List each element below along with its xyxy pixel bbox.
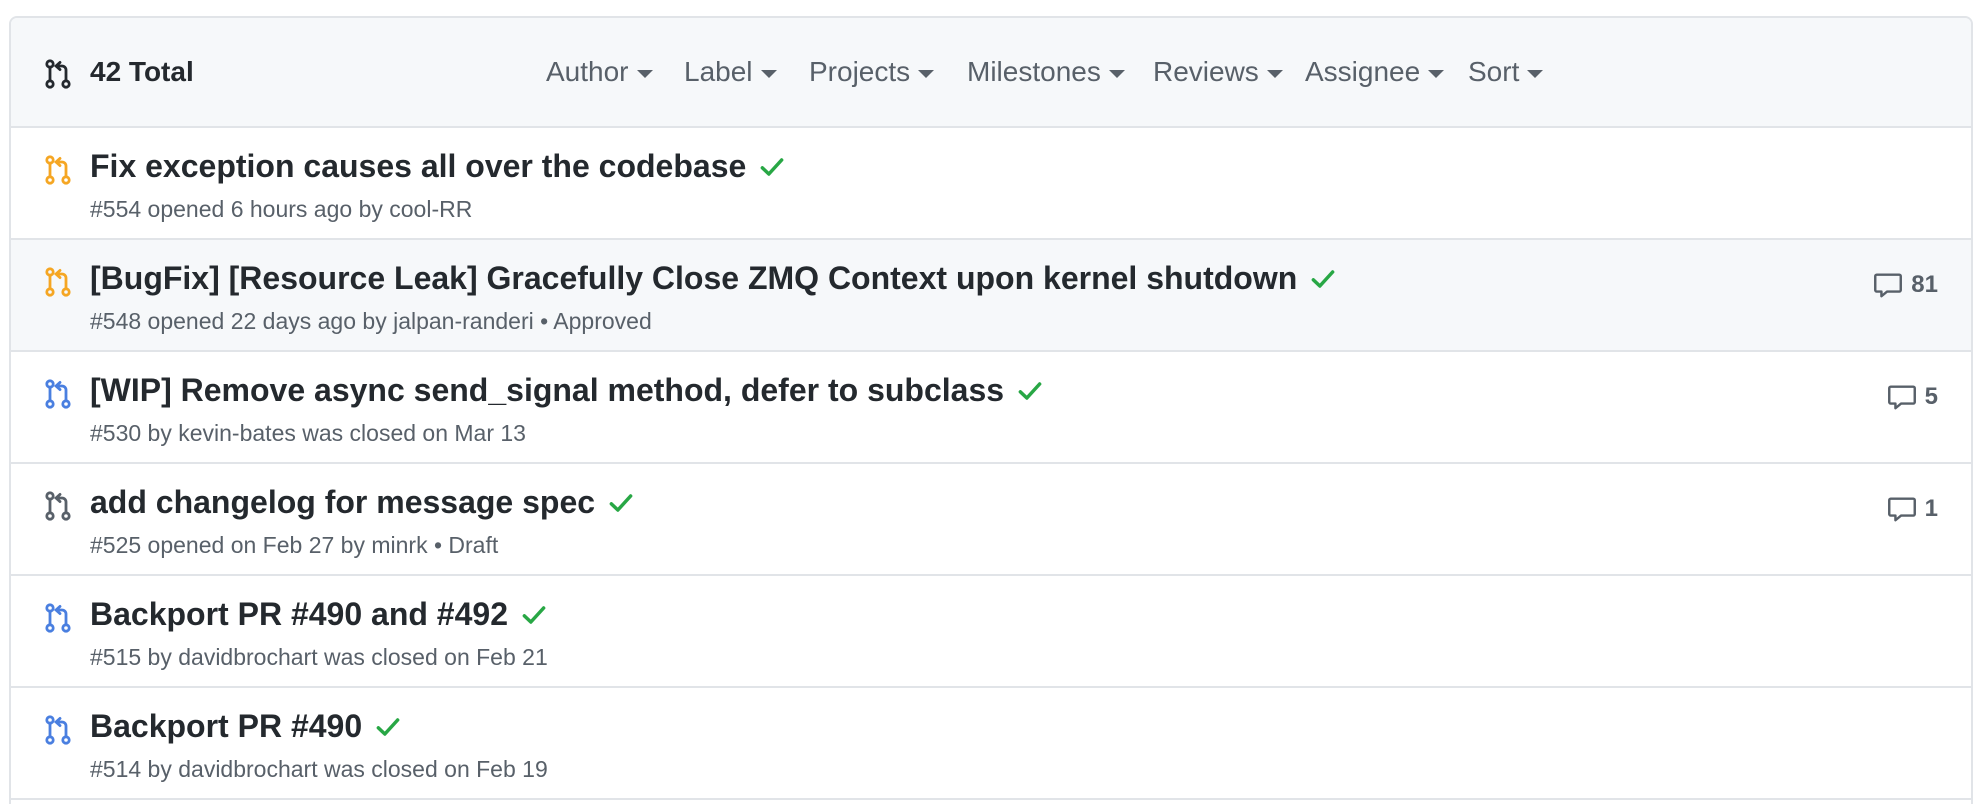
- check-icon[interactable]: [520, 601, 548, 629]
- pull-request-title-link[interactable]: Fix exception causes all over the codeba…: [90, 148, 786, 185]
- pull-request-title: [BugFix] [Resource Leak] Gracefully Clos…: [90, 260, 1298, 296]
- pull-request-meta: #554 opened 6 hours ago by cool-RR: [90, 196, 473, 222]
- git-pull-request-icon: [45, 155, 71, 185]
- author-filter-label: Author: [546, 56, 629, 87]
- pull-request-row[interactable]: Fix exception causes all over the codeba…: [11, 128, 1971, 240]
- caret-down-icon: [918, 70, 935, 78]
- pull-request-title-link[interactable]: add changelog for message spec: [90, 484, 635, 521]
- pull-request-meta: #548 opened 22 days ago by jalpan-rander…: [90, 308, 652, 334]
- reviews-filter[interactable]: Reviews: [1153, 56, 1283, 88]
- caret-down-icon: [1266, 70, 1283, 78]
- git-pull-request-icon: [45, 715, 71, 745]
- comment-count: 81: [1911, 271, 1938, 298]
- comment-count: 1: [1924, 495, 1938, 522]
- git-pull-request-icon: [45, 267, 71, 297]
- pull-request-title: [WIP] Remove async send_signal method, d…: [90, 372, 1005, 408]
- pull-request-meta: #525 opened on Feb 27 by minrk • Draft: [90, 532, 499, 558]
- pull-request-title-link[interactable]: Backport PR #490 and #492: [90, 596, 548, 633]
- pull-request-row[interactable]: add changelog for message spec #525 open…: [11, 464, 1971, 576]
- comment-count-link[interactable]: 5: [1887, 382, 1938, 412]
- caret-down-icon: [1108, 70, 1125, 78]
- comment-count-link[interactable]: 1: [1887, 494, 1938, 524]
- git-pull-request-icon: [45, 59, 71, 89]
- pull-request-title-link[interactable]: [BugFix] [Resource Leak] Gracefully Clos…: [90, 260, 1337, 297]
- check-icon[interactable]: [758, 153, 786, 181]
- pull-request-meta: #514 by davidbrochart was closed on Feb …: [90, 756, 548, 782]
- check-icon[interactable]: [1309, 265, 1337, 293]
- comment-icon: [1887, 497, 1916, 522]
- pull-request-meta: #530 by kevin-bates was closed on Mar 13: [90, 420, 526, 446]
- sort-filter-label: Sort: [1468, 56, 1520, 87]
- projects-filter[interactable]: Projects: [809, 56, 935, 88]
- pull-request-title: Backport PR #490: [90, 708, 363, 744]
- projects-filter-label: Projects: [809, 56, 911, 87]
- check-icon[interactable]: [374, 713, 402, 741]
- comment-icon: [1887, 385, 1916, 410]
- label-filter[interactable]: Label: [684, 56, 777, 88]
- comment-count-link[interactable]: 81: [1873, 270, 1938, 300]
- pull-request-title: Backport PR #490 and #492: [90, 596, 508, 632]
- pull-request-title-link[interactable]: Backport PR #490: [90, 708, 402, 745]
- pull-request-row[interactable]: Backport PR #490 and #492 #515 by davidb…: [11, 576, 1971, 688]
- assignee-filter[interactable]: Assignee: [1305, 56, 1445, 88]
- pull-request-title-link[interactable]: [WIP] Remove async send_signal method, d…: [90, 372, 1044, 409]
- comment-icon: [1874, 273, 1903, 298]
- caret-down-icon: [636, 70, 653, 78]
- pull-request-row[interactable]: [BugFix] [Resource Leak] Gracefully Clos…: [11, 240, 1971, 352]
- total-count[interactable]: 42 Total: [90, 56, 194, 88]
- sort-filter[interactable]: Sort: [1468, 56, 1544, 88]
- reviews-filter-label: Reviews: [1153, 56, 1259, 87]
- list-header: 42 Total Author Label Projects Milestone…: [11, 18, 1971, 128]
- pull-request-list: 42 Total Author Label Projects Milestone…: [9, 16, 1973, 804]
- pull-request-title: add changelog for message spec: [90, 484, 596, 520]
- pull-request-rows: Fix exception causes all over the codeba…: [11, 128, 1971, 800]
- milestones-filter-label: Milestones: [967, 56, 1101, 87]
- author-filter[interactable]: Author: [546, 56, 653, 88]
- comment-count: 5: [1924, 383, 1938, 410]
- label-filter-label: Label: [684, 56, 753, 87]
- pull-request-row[interactable]: [WIP] Remove async send_signal method, d…: [11, 352, 1971, 464]
- milestones-filter[interactable]: Milestones: [967, 56, 1125, 88]
- pull-request-title: Fix exception causes all over the codeba…: [90, 148, 747, 184]
- caret-down-icon: [1428, 70, 1445, 78]
- git-pull-request-icon: [45, 491, 71, 521]
- check-icon[interactable]: [607, 489, 635, 517]
- caret-down-icon: [760, 70, 777, 78]
- assignee-filter-label: Assignee: [1305, 56, 1421, 87]
- pull-request-meta: #515 by davidbrochart was closed on Feb …: [90, 644, 548, 670]
- pull-request-row[interactable]: Backport PR #490 #514 by davidbrochart w…: [11, 688, 1971, 800]
- caret-down-icon: [1527, 70, 1544, 78]
- git-pull-request-icon: [45, 379, 71, 409]
- check-icon[interactable]: [1016, 377, 1044, 405]
- git-pull-request-icon: [45, 603, 71, 633]
